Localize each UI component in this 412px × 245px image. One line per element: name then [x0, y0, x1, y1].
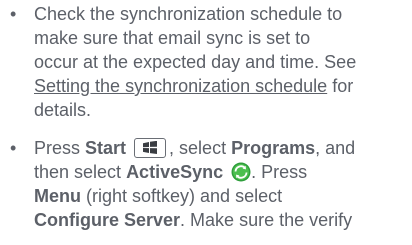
item1-line4: Setting the synchronization schedule for — [34, 74, 408, 98]
item1-line5: details. — [34, 100, 92, 120]
and-text: , and — [315, 138, 356, 158]
bullet-dot: • — [10, 4, 17, 24]
item2-line4: Configure Server. Make sure the verify — [34, 208, 408, 232]
comma-select-text: , select — [169, 138, 232, 158]
instruction-list: • Check the synchronization schedule to … — [4, 2, 408, 232]
configure-server-label: Configure Server — [34, 210, 181, 230]
menu-desc-text: (right softkey) and select — [81, 186, 283, 206]
item1-line2: make sure that email sync is set to — [34, 28, 311, 48]
activesync-icon — [231, 162, 251, 182]
sync-schedule-link[interactable]: Setting the synchronization schedule — [34, 76, 327, 96]
menu-label: Menu — [34, 186, 81, 206]
item2-line3: Menu (right softkey) and select — [34, 184, 408, 208]
list-item-sync-schedule: • Check the synchronization schedule to … — [4, 2, 408, 122]
item1-line3: occur at the expected day and time. See — [34, 52, 357, 72]
windows-start-key-icon — [134, 138, 167, 158]
make-sure-text: . Make sure the verify — [180, 210, 353, 230]
programs-label: Programs — [231, 138, 316, 158]
press-text-2: . Press — [251, 162, 308, 182]
item2-line1: Press Start , select Programs, and — [34, 136, 408, 160]
item1-line1: Check the synchronization schedule to — [34, 4, 343, 24]
list-item-activesync: • Press Start , select Programs, and the… — [4, 136, 408, 232]
start-label: Start — [85, 138, 127, 158]
then-select-text: then select — [34, 162, 127, 182]
press-text: Press — [34, 138, 86, 158]
activesync-label: ActiveSync — [126, 162, 224, 182]
bullet-dot: • — [10, 138, 17, 158]
item2-line2: then select ActiveSync . Press — [34, 160, 408, 184]
item1-line4-suffix: for — [327, 76, 354, 96]
